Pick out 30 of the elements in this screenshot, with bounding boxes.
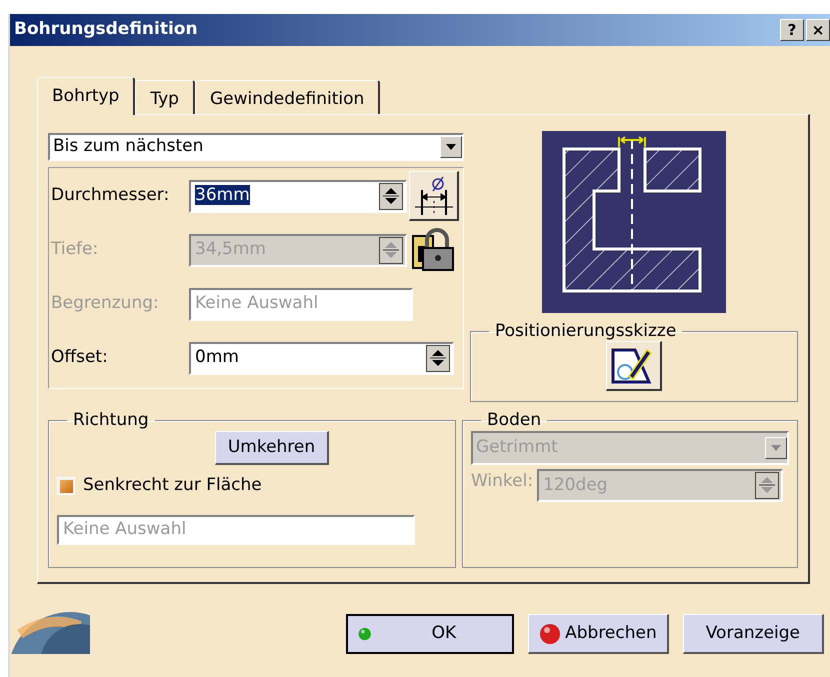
status-ball-icon [539,622,562,644]
dropdown-arrow-icon[interactable] [445,143,457,151]
window-title: Bohrungsdefinition [14,18,198,42]
dialog-button[interactable]: OK [346,614,514,654]
spin-button[interactable] [426,344,450,372]
dialog-button[interactable]: Voranzeige [682,614,824,654]
dropdown[interactable]: Bis zum nächsten [48,133,464,161]
checkbox-label: Senkrecht zur Fläche [83,474,262,498]
input-field[interactable]: 36mm [189,180,407,212]
field-label: Tiefe: [51,238,100,262]
close-button[interactable]: × [806,19,830,41]
field-label: Durchmesser: [51,184,170,208]
tab[interactable]: Typ [135,80,195,114]
group-title: Richtung [72,410,150,431]
checkbox[interactable] [57,477,75,496]
group-title: Positionierungsskizze [494,321,678,342]
field-label: Offset: [51,346,109,370]
sketch-button[interactable] [606,341,662,392]
diameter-button[interactable] [409,171,459,221]
help-button[interactable]: ? [780,19,804,41]
input-field[interactable]: 0mm [189,342,454,374]
group-title: Boden [486,410,542,431]
field-label: Begrenzung: [51,292,160,316]
tab[interactable]: Gewindedefinition [194,80,380,114]
dialog-button[interactable]: Abbrechen [528,614,669,654]
lock-icon[interactable] [411,228,457,272]
field-label: Winkel: [471,470,534,493]
reverse-button[interactable]: Umkehren [214,430,330,466]
tab[interactable]: Bohrtyp [37,77,136,115]
spin-button[interactable] [379,182,403,210]
